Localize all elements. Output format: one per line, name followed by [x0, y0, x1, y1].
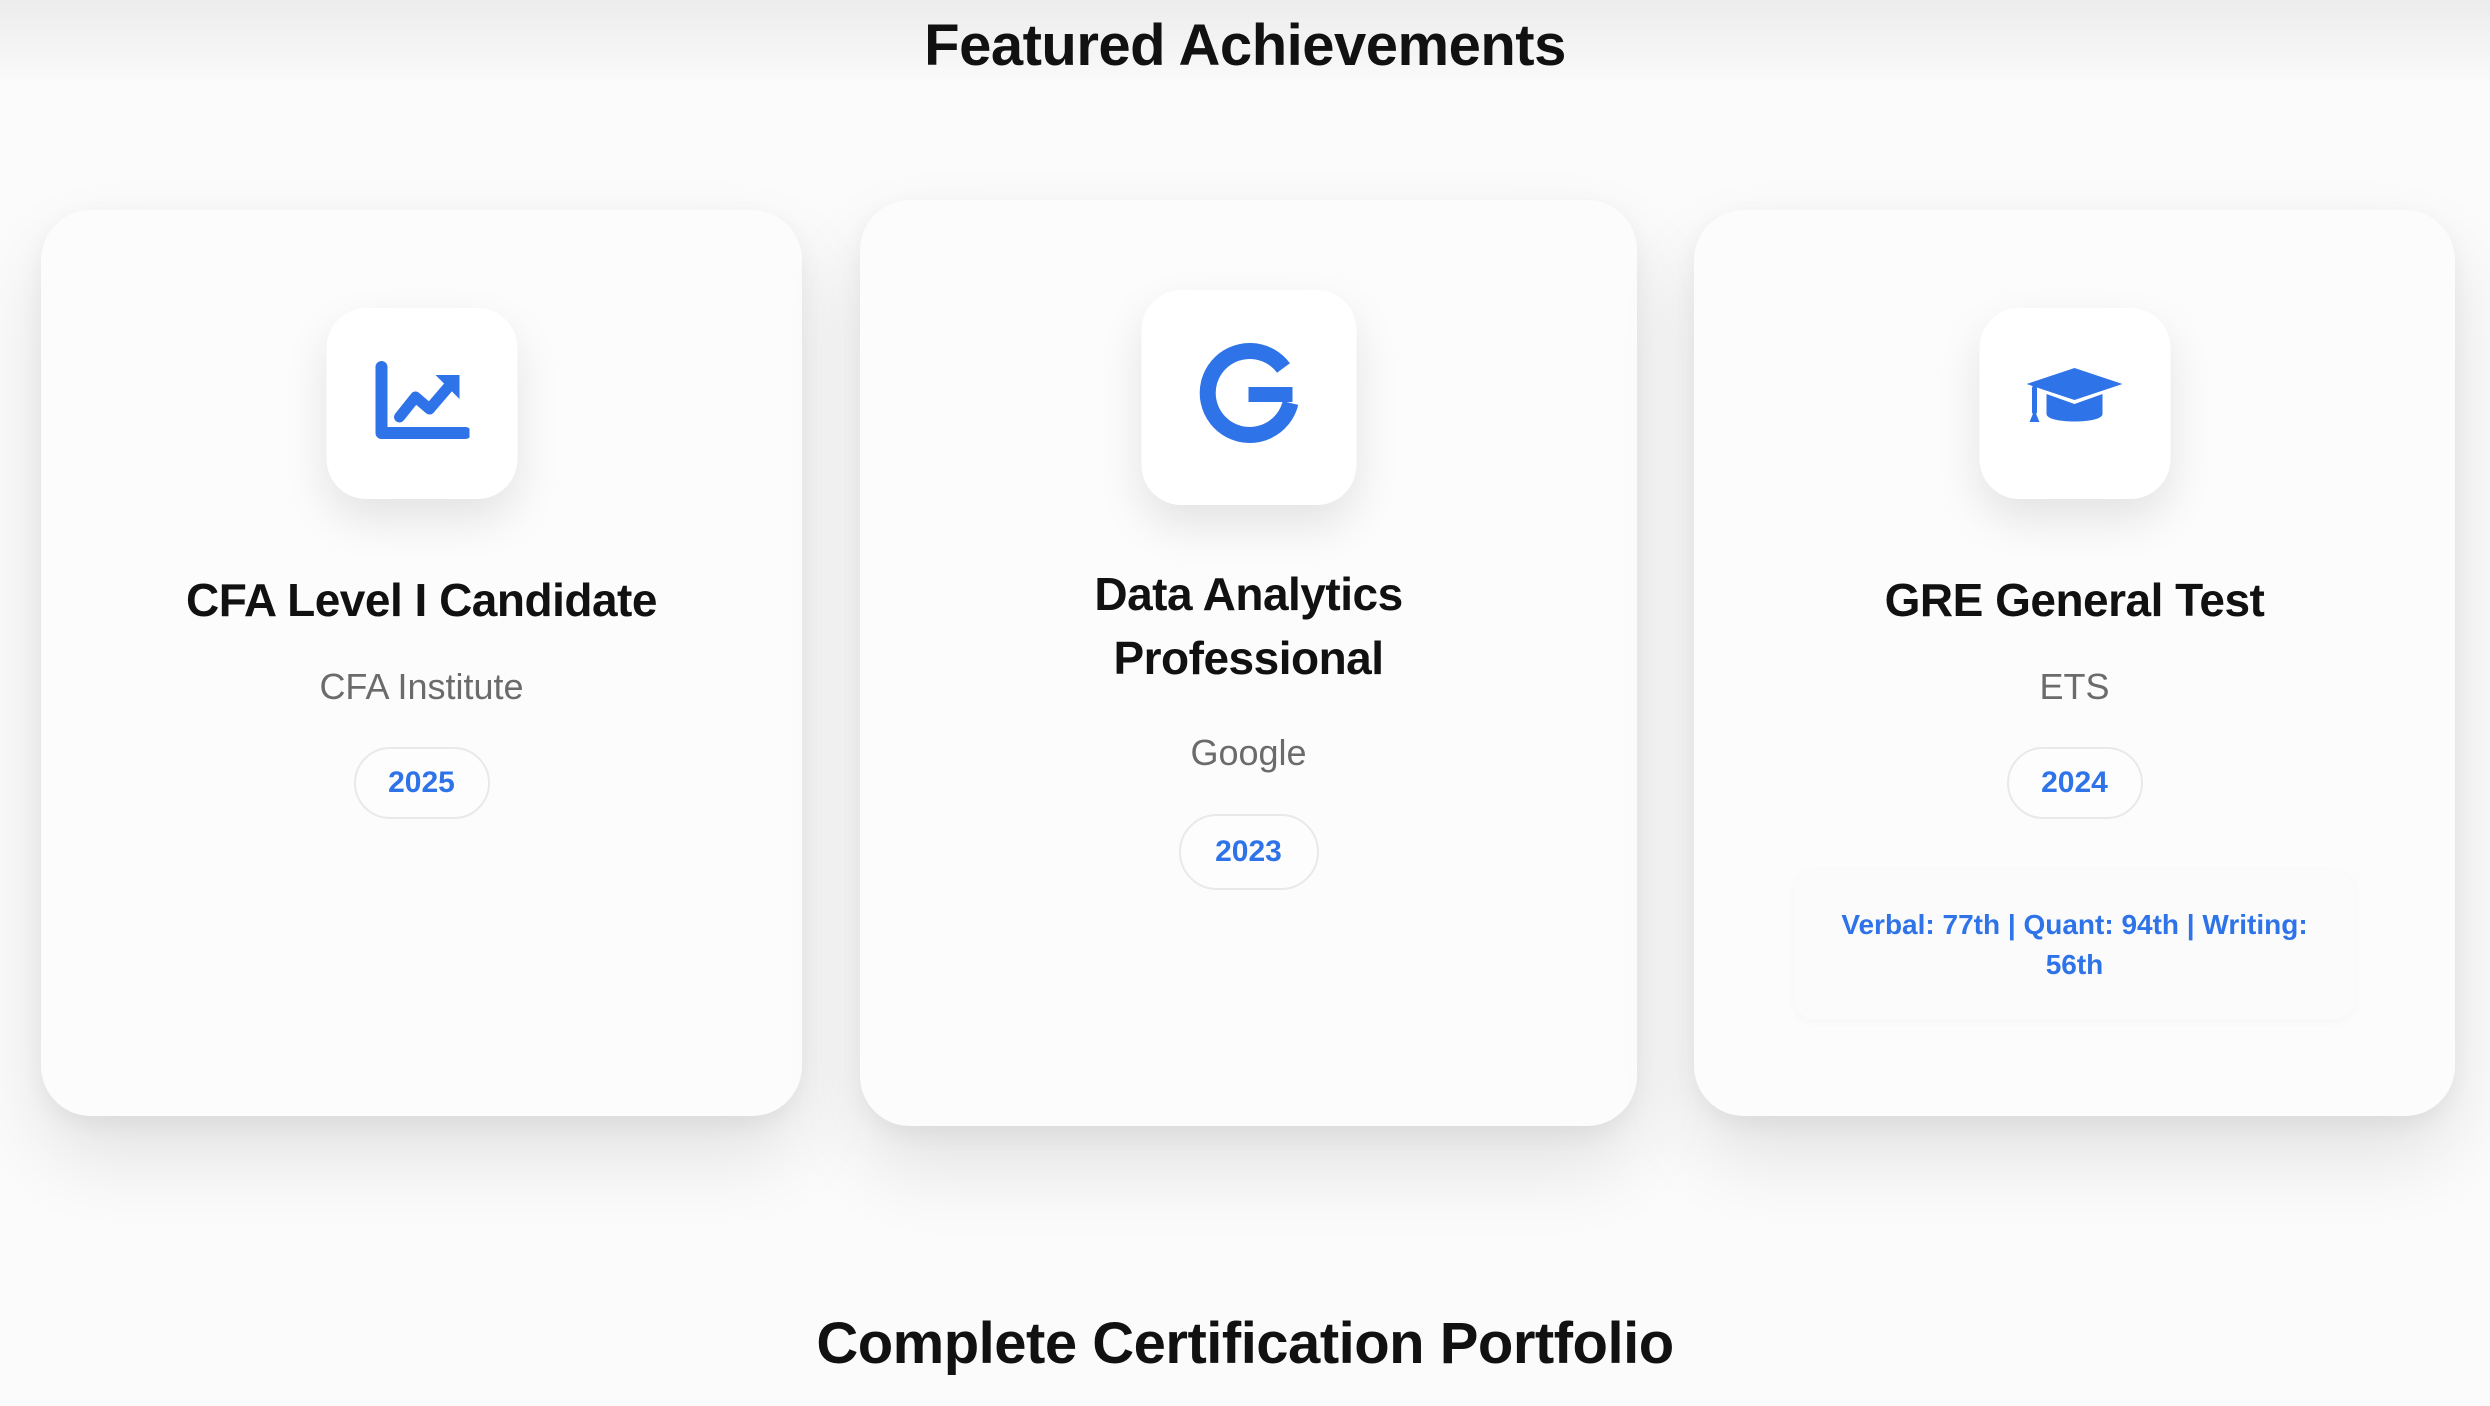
- chart-line-icon: [374, 361, 472, 446]
- graduation-cap-icon-tile: [1979, 308, 2170, 499]
- achievement-card-gre[interactable]: GRE General Test ETS 2024 Verbal: 77th |…: [1694, 210, 2455, 1116]
- card-title: Data Analytics Professional: [1094, 568, 1403, 684]
- year-badge: 2025: [353, 747, 490, 819]
- chart-line-icon-tile: [326, 308, 517, 499]
- card-issuer: Google: [1190, 732, 1307, 773]
- graduation-cap-icon: [2025, 366, 2125, 441]
- card-title: CFA Level I Candidate: [186, 574, 657, 626]
- certification-portfolio-heading: Complete Certification Portfolio: [816, 1311, 1674, 1376]
- year-badge: 2024: [2006, 747, 2143, 819]
- featured-achievements-heading: Featured Achievements: [924, 13, 1566, 78]
- score-summary: Verbal: 77th | Quant: 94th | Writing: 56…: [1794, 870, 2355, 1020]
- year-badge: 2023: [1178, 814, 1319, 890]
- achievement-card-google[interactable]: Data Analytics Professional Google 2023: [860, 200, 1637, 1126]
- card-issuer: ETS: [2039, 666, 2110, 707]
- achievement-card-cfa[interactable]: CFA Level I Candidate CFA Institute 2025: [41, 210, 802, 1116]
- card-title: GRE General Test: [1884, 574, 2265, 626]
- google-icon-tile: [1141, 290, 1356, 505]
- card-issuer: CFA Institute: [319, 666, 524, 707]
- google-icon: [1194, 340, 1304, 455]
